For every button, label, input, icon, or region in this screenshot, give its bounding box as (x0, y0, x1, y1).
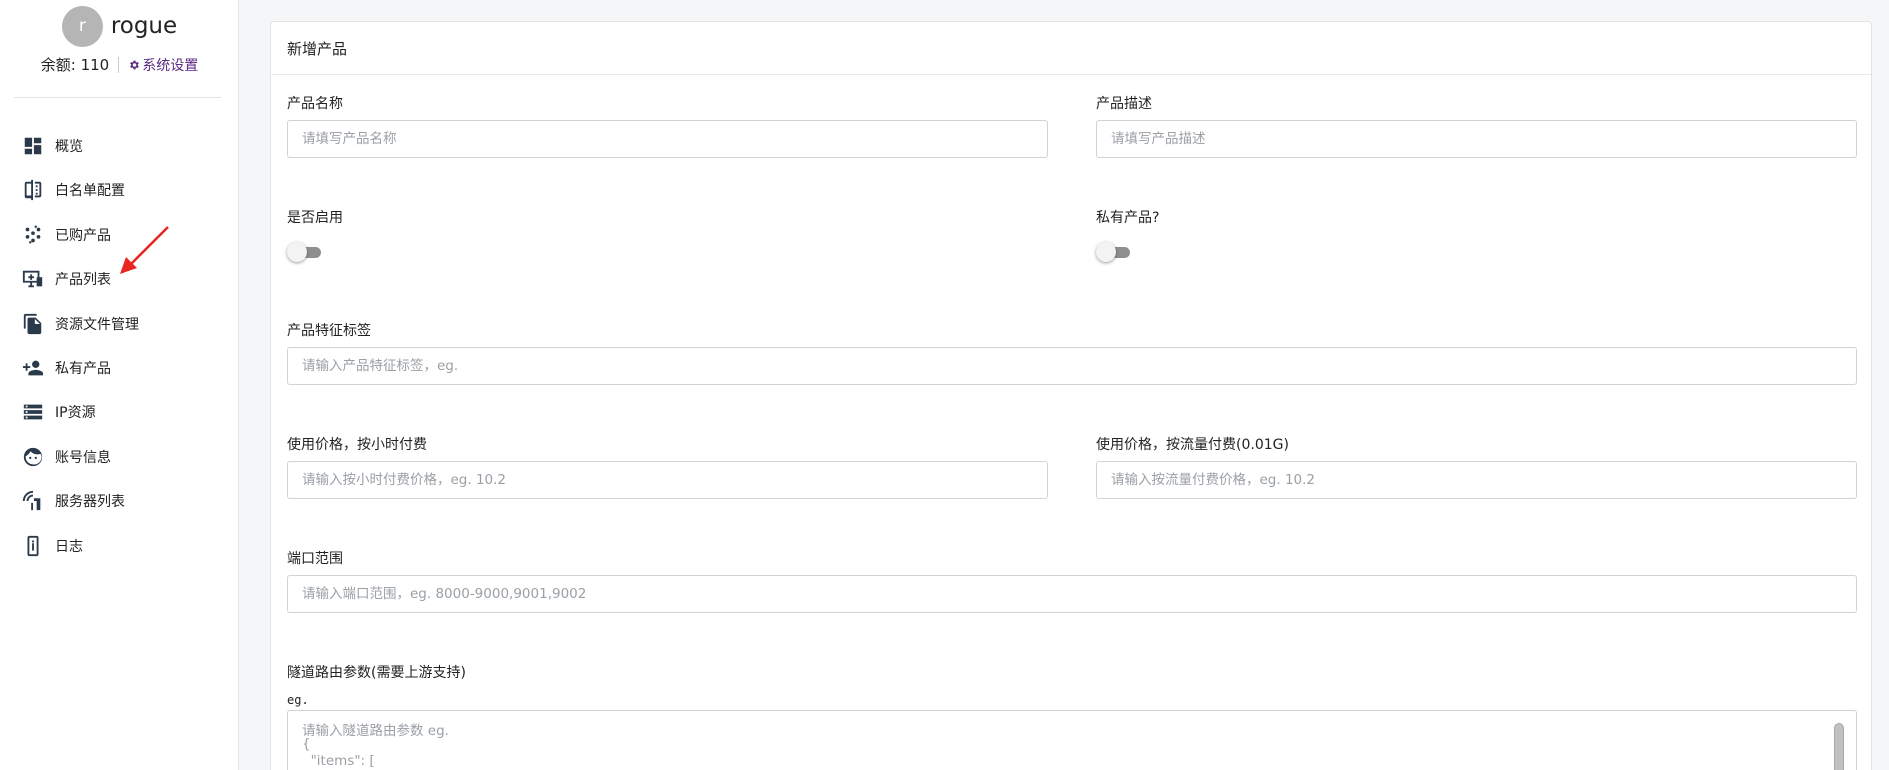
storage-icon (23, 404, 43, 420)
sidebar-item-server-list[interactable]: 服务器列表 (22, 488, 125, 514)
sidebar-item-label: 资源文件管理 (55, 317, 139, 333)
gear-icon (130, 60, 140, 69)
textarea-placeholder-line: 请输入隧道路由参数 eg. (302, 723, 449, 739)
sidebar-item-label: 私有产品 (55, 361, 111, 377)
balance-row: 余额: 110 系统设置 (0, 54, 239, 75)
toggle-knob (1096, 242, 1116, 262)
sidebar-item-whitelist[interactable]: 白名单配置 (22, 177, 125, 203)
sidebar-item-label: 日志 (55, 539, 83, 555)
face-icon (23, 447, 43, 467)
sidebar-item-account-info[interactable]: 账号信息 (22, 444, 111, 470)
hourly-price-label: 使用价格，按小时付费 (287, 437, 427, 453)
new-product-panel: 新增产品 产品名称 产品描述 是否启用 私有产品? 产品特征标签 使用价格，按小… (270, 21, 1872, 770)
sidebar-item-resource-files[interactable]: 资源文件管理 (22, 311, 139, 337)
tunnel-route-example-label: eg. (287, 693, 309, 707)
feature-tags-input[interactable] (287, 347, 1857, 385)
sidebar-item-logs[interactable]: 日志 (22, 533, 83, 559)
textarea-placeholder-line: { (302, 736, 311, 752)
files-icon (23, 313, 42, 335)
toggle-knob (287, 242, 307, 262)
sidebar-item-label: 产品列表 (55, 272, 111, 288)
red-arrow-annotation (120, 226, 169, 274)
username: rogue (110, 13, 178, 39)
sidebar-item-label: 白名单配置 (55, 183, 125, 199)
port-range-label: 端口范围 (287, 551, 343, 567)
hourly-price-input[interactable] (287, 461, 1048, 499)
person-add-icon (22, 360, 44, 376)
port-range-input[interactable] (287, 575, 1857, 613)
traffic-price-input[interactable] (1096, 461, 1857, 499)
product-name-label: 产品名称 (287, 96, 343, 112)
avatar[interactable]: r (61, 5, 103, 47)
sidebar-item-ip-resources[interactable]: IP资源 (22, 399, 96, 425)
monitor-icon (22, 270, 43, 288)
product-desc-input[interactable] (1096, 120, 1857, 158)
tunnel-route-label: 隧道路由参数(需要上游支持) (287, 665, 466, 681)
private-product-toggle[interactable] (1096, 242, 1132, 262)
tunnel-route-textarea[interactable]: 请输入隧道路由参数 eg. { "items": [ (287, 710, 1857, 770)
sidebar-item-label: IP资源 (55, 405, 96, 421)
user-info: r rogue (0, 5, 239, 47)
compare-icon (24, 179, 42, 201)
traffic-price-label: 使用价格，按流量付费(0.01G) (1096, 437, 1289, 453)
sidebar-item-purchased[interactable]: 已购产品 (22, 222, 111, 248)
panel-title: 新增产品 (271, 22, 1871, 75)
feature-tags-label: 产品特征标签 (287, 323, 371, 339)
sidebar: r rogue 余额: 110 系统设置 概览 白名单配置 已购产品 产品列表 (0, 0, 239, 770)
divider (118, 56, 120, 73)
system-settings-link[interactable]: 系统设置 (128, 55, 198, 75)
textarea-placeholder-line: "items": [ (302, 753, 375, 769)
phone-info-icon (27, 535, 39, 557)
grain-icon (25, 225, 41, 244)
sidebar-divider (14, 97, 221, 98)
signal-icon (22, 490, 41, 511)
enabled-toggle[interactable] (287, 242, 323, 262)
sidebar-item-overview[interactable]: 概览 (22, 133, 83, 159)
enabled-label: 是否启用 (287, 210, 343, 226)
sidebar-item-label: 账号信息 (55, 450, 111, 466)
textarea-scrollbar[interactable] (1834, 723, 1844, 770)
private-product-label: 私有产品? (1096, 210, 1160, 226)
system-settings-label: 系统设置 (142, 57, 199, 74)
product-name-input[interactable] (287, 120, 1048, 158)
balance-text: 余额: 110 (40, 56, 110, 74)
sidebar-item-product-list[interactable]: 产品列表 (22, 266, 111, 292)
dashboard-icon (24, 137, 42, 155)
product-desc-label: 产品描述 (1096, 96, 1152, 112)
sidebar-item-label: 已购产品 (55, 228, 111, 244)
sidebar-item-label: 概览 (55, 139, 83, 155)
sidebar-item-private-products[interactable]: 私有产品 (22, 355, 111, 381)
sidebar-item-label: 服务器列表 (55, 494, 125, 510)
